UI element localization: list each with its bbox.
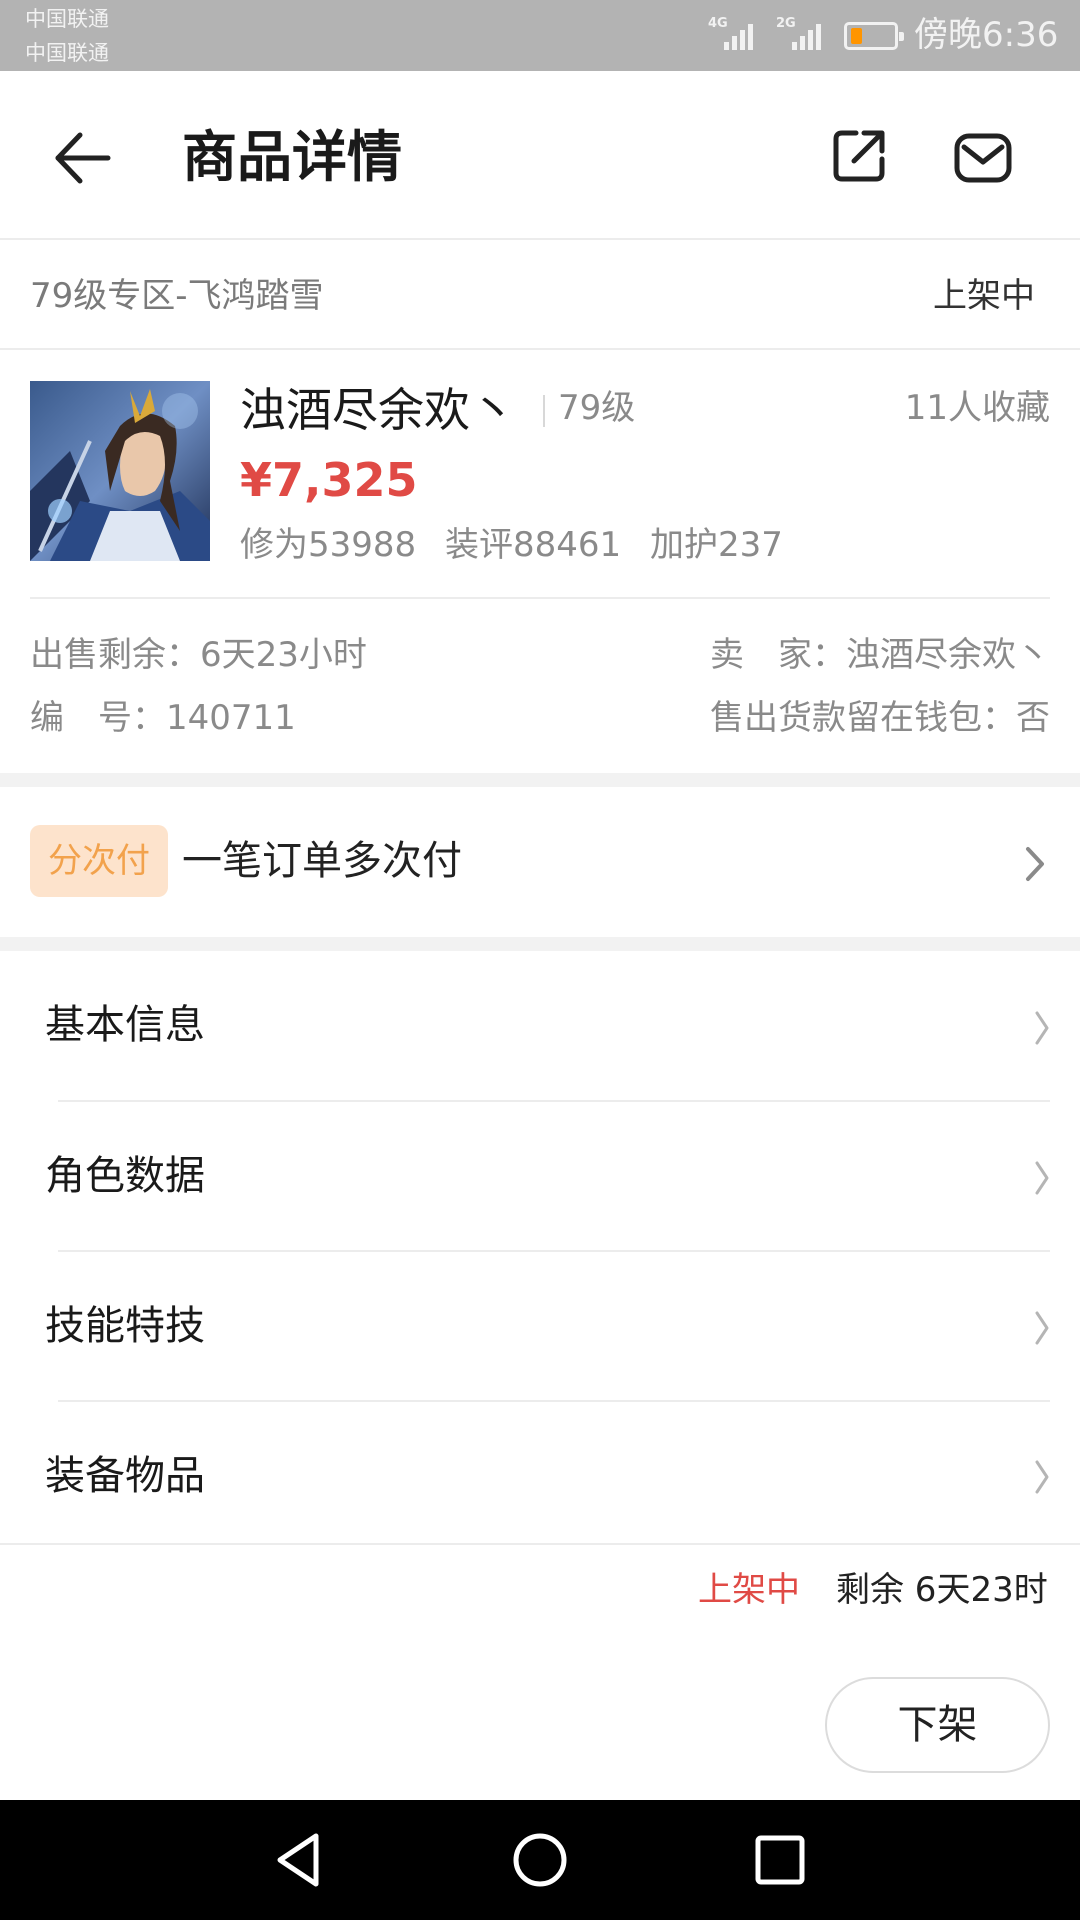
arrow-left-icon [55, 132, 111, 184]
character-level: 79级 [558, 388, 636, 428]
chevron-right-icon [1035, 1161, 1049, 1195]
character-portrait[interactable] [30, 381, 210, 561]
app-header: 商品详情 [0, 71, 1080, 240]
character-stats: 修为53988 装评88461 加护237 [240, 524, 801, 566]
footer-listing-status: 上架中 [698, 1570, 800, 1610]
character-name: 浊酒尽余欢丶 [240, 383, 516, 437]
back-button[interactable] [48, 123, 118, 193]
menu-item-character-data[interactable]: 角色数据 [0, 1102, 1080, 1252]
favorites-count: 11人收藏 [904, 388, 1050, 428]
installment-badge: 分次付 [30, 825, 168, 897]
listing-status: 上架中 [933, 276, 1035, 316]
stat-equipment-score: 装评88461 [444, 525, 622, 565]
serial-number: 编 号：140711 [30, 698, 296, 738]
menu-item-label: 装备物品 [45, 1453, 205, 1499]
status-time: 傍晚6:36 [914, 15, 1059, 55]
divider [0, 1543, 1080, 1545]
menu-item-skills[interactable]: 技能特技 [0, 1252, 1080, 1402]
sale-time-left: 出售剩余：6天23小时 [30, 635, 367, 675]
zone-row: 79级专区-飞鸿踏雪 上架中 [0, 242, 1080, 350]
share-button[interactable] [828, 125, 890, 187]
installment-text: 一笔订单多次付 [182, 838, 462, 884]
system-navigation-bar [0, 1800, 1080, 1920]
seller-name: 卖 家：浊酒尽余欢丶 [710, 635, 1050, 675]
recents-square-icon[interactable] [750, 1830, 810, 1890]
menu-item-basic-info[interactable]: 基本信息 [0, 951, 1080, 1101]
carrier-label: 中国联通 [25, 7, 109, 31]
back-triangle-icon[interactable] [270, 1830, 330, 1890]
carrier-label: 中国联通 [25, 41, 109, 65]
zone-name: 79级专区-飞鸿踏雪 [30, 276, 324, 316]
menu-item-label: 基本信息 [45, 1002, 205, 1048]
price: ¥7,325 [240, 453, 418, 507]
stat-cultivation: 修为53988 [240, 525, 417, 565]
share-external-icon [833, 130, 885, 182]
footer-time-remaining: 剩余 6天23时 [836, 1570, 1048, 1610]
signal-icon [724, 24, 753, 50]
chevron-right-icon [1035, 1011, 1049, 1045]
menu-item-equipment[interactable]: 装备物品 [0, 1402, 1080, 1552]
stat-protection: 加护237 [649, 525, 783, 565]
section-gap [0, 773, 1080, 787]
menu-item-label: 角色数据 [45, 1153, 205, 1199]
menu-item-label: 技能特技 [45, 1303, 205, 1349]
page-title: 商品详情 [182, 125, 403, 189]
chevron-right-icon [1026, 847, 1044, 881]
divider [543, 395, 545, 427]
battery-icon [844, 22, 904, 50]
character-avatar-image [30, 381, 210, 561]
chevron-right-icon [1035, 1311, 1049, 1345]
wallet-retention: 售出货款留在钱包：否 [710, 698, 1050, 738]
section-gap [0, 937, 1080, 951]
chevron-right-icon [1035, 1460, 1049, 1494]
home-circle-icon[interactable] [510, 1830, 570, 1890]
signal-icon [792, 24, 821, 50]
status-bar: 中国联通 中国联通 4G 2G 傍晚6:36 [0, 0, 1080, 71]
envelope-icon [954, 133, 1012, 183]
divider [30, 597, 1050, 599]
delist-button[interactable]: 下架 [825, 1677, 1050, 1773]
message-button[interactable] [952, 127, 1014, 189]
installment-payment-row[interactable]: 分次付 一笔订单多次付 [0, 789, 1080, 937]
